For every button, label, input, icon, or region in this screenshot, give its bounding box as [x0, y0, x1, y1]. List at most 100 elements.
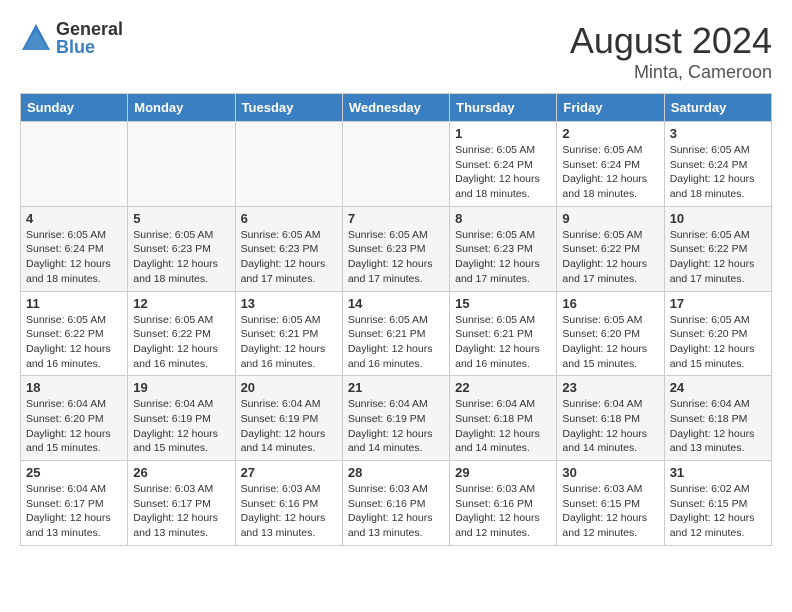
- day-number: 26: [133, 465, 229, 480]
- day-info: Sunrise: 6:05 AM Sunset: 6:23 PM Dayligh…: [241, 228, 337, 287]
- calendar-day-cell: 9 Sunrise: 6:05 AM Sunset: 6:22 PM Daylig…: [557, 206, 664, 291]
- day-number: 19: [133, 380, 229, 395]
- day-number: 11: [26, 296, 122, 311]
- weekday-header-wednesday: Wednesday: [342, 94, 449, 122]
- location-subtitle: Minta, Cameroon: [570, 62, 772, 83]
- day-info: Sunrise: 6:03 AM Sunset: 6:17 PM Dayligh…: [133, 482, 229, 541]
- day-number: 31: [670, 465, 766, 480]
- day-info: Sunrise: 6:05 AM Sunset: 6:22 PM Dayligh…: [562, 228, 658, 287]
- day-number: 9: [562, 211, 658, 226]
- logo-blue: Blue: [56, 38, 123, 56]
- calendar-day-cell: 29 Sunrise: 6:03 AM Sunset: 6:16 PM Dayli…: [450, 461, 557, 546]
- day-info: Sunrise: 6:02 AM Sunset: 6:15 PM Dayligh…: [670, 482, 766, 541]
- day-number: 5: [133, 211, 229, 226]
- calendar-day-cell: 22 Sunrise: 6:04 AM Sunset: 6:18 PM Dayli…: [450, 376, 557, 461]
- calendar-week-row: 4 Sunrise: 6:05 AM Sunset: 6:24 PM Daylig…: [21, 206, 772, 291]
- logo-icon: [20, 22, 52, 54]
- day-number: 29: [455, 465, 551, 480]
- calendar-day-cell: 25 Sunrise: 6:04 AM Sunset: 6:17 PM Dayli…: [21, 461, 128, 546]
- day-info: Sunrise: 6:05 AM Sunset: 6:22 PM Dayligh…: [133, 313, 229, 372]
- calendar-day-cell: 26 Sunrise: 6:03 AM Sunset: 6:17 PM Dayli…: [128, 461, 235, 546]
- day-info: Sunrise: 6:04 AM Sunset: 6:17 PM Dayligh…: [26, 482, 122, 541]
- month-year-title: August 2024: [570, 20, 772, 62]
- day-number: 14: [348, 296, 444, 311]
- day-number: 22: [455, 380, 551, 395]
- day-info: Sunrise: 6:03 AM Sunset: 6:16 PM Dayligh…: [241, 482, 337, 541]
- calendar-day-cell: 16 Sunrise: 6:05 AM Sunset: 6:20 PM Dayli…: [557, 291, 664, 376]
- calendar-day-cell: 18Sunrise: 6:04 AM Sunset: 6:20 PM Dayli…: [21, 376, 128, 461]
- weekday-header-row: SundayMondayTuesdayWednesdayThursdayFrid…: [21, 94, 772, 122]
- day-info: Sunrise: 6:05 AM Sunset: 6:24 PM Dayligh…: [562, 143, 658, 202]
- day-number: 27: [241, 465, 337, 480]
- calendar-day-cell: 2 Sunrise: 6:05 AM Sunset: 6:24 PM Daylig…: [557, 122, 664, 207]
- day-number: 1: [455, 126, 551, 141]
- day-info: Sunrise: 6:04 AM Sunset: 6:18 PM Dayligh…: [455, 397, 551, 456]
- day-number: 24: [670, 380, 766, 395]
- day-info: Sunrise: 6:05 AM Sunset: 6:21 PM Dayligh…: [241, 313, 337, 372]
- day-info: Sunrise: 6:04 AM Sunset: 6:19 PM Dayligh…: [133, 397, 229, 456]
- calendar-day-cell: 19 Sunrise: 6:04 AM Sunset: 6:19 PM Dayli…: [128, 376, 235, 461]
- weekday-header-tuesday: Tuesday: [235, 94, 342, 122]
- day-number: 8: [455, 211, 551, 226]
- calendar-table: SundayMondayTuesdayWednesdayThursdayFrid…: [20, 93, 772, 546]
- calendar-day-cell: 31 Sunrise: 6:02 AM Sunset: 6:15 PM Dayli…: [664, 461, 771, 546]
- day-number: 30: [562, 465, 658, 480]
- day-number: 28: [348, 465, 444, 480]
- day-info: Sunrise: 6:05 AM Sunset: 6:24 PM Dayligh…: [670, 143, 766, 202]
- day-info: Sunrise: 6:05 AM Sunset: 6:22 PM Dayligh…: [26, 313, 122, 372]
- logo-general: General: [56, 20, 123, 38]
- calendar-day-cell: 23Sunrise: 6:04 AM Sunset: 6:18 PM Dayli…: [557, 376, 664, 461]
- day-info: Sunrise: 6:05 AM Sunset: 6:22 PM Dayligh…: [670, 228, 766, 287]
- title-block: August 2024 Minta, Cameroon: [570, 20, 772, 83]
- day-info: Sunrise: 6:03 AM Sunset: 6:16 PM Dayligh…: [455, 482, 551, 541]
- day-number: 6: [241, 211, 337, 226]
- day-number: 10: [670, 211, 766, 226]
- logo-text: General Blue: [56, 20, 123, 56]
- calendar-week-row: 11 Sunrise: 6:05 AM Sunset: 6:22 PM Dayli…: [21, 291, 772, 376]
- calendar-day-cell: 14Sunrise: 6:05 AM Sunset: 6:21 PM Dayli…: [342, 291, 449, 376]
- day-number: 4: [26, 211, 122, 226]
- calendar-week-row: 25 Sunrise: 6:04 AM Sunset: 6:17 PM Dayli…: [21, 461, 772, 546]
- calendar-day-cell: 11 Sunrise: 6:05 AM Sunset: 6:22 PM Dayli…: [21, 291, 128, 376]
- calendar-day-cell: 30 Sunrise: 6:03 AM Sunset: 6:15 PM Dayli…: [557, 461, 664, 546]
- calendar-day-cell: 6 Sunrise: 6:05 AM Sunset: 6:23 PM Daylig…: [235, 206, 342, 291]
- calendar-day-cell: 3 Sunrise: 6:05 AM Sunset: 6:24 PM Daylig…: [664, 122, 771, 207]
- weekday-header-thursday: Thursday: [450, 94, 557, 122]
- day-number: 23: [562, 380, 658, 395]
- day-number: 25: [26, 465, 122, 480]
- logo: General Blue: [20, 20, 123, 56]
- day-number: 3: [670, 126, 766, 141]
- day-number: 15: [455, 296, 551, 311]
- calendar-day-cell: 15Sunrise: 6:05 AM Sunset: 6:21 PM Dayli…: [450, 291, 557, 376]
- day-number: 2: [562, 126, 658, 141]
- calendar-day-cell: [21, 122, 128, 207]
- day-number: 16: [562, 296, 658, 311]
- calendar-week-row: 1 Sunrise: 6:05 AM Sunset: 6:24 PM Daylig…: [21, 122, 772, 207]
- day-number: 13: [241, 296, 337, 311]
- calendar-day-cell: 8Sunrise: 6:05 AM Sunset: 6:23 PM Daylig…: [450, 206, 557, 291]
- day-info: Sunrise: 6:04 AM Sunset: 6:18 PM Dayligh…: [670, 397, 766, 456]
- page-header: General Blue August 2024 Minta, Cameroon: [20, 20, 772, 83]
- weekday-header-friday: Friday: [557, 94, 664, 122]
- day-info: Sunrise: 6:05 AM Sunset: 6:23 PM Dayligh…: [133, 228, 229, 287]
- day-info: Sunrise: 6:03 AM Sunset: 6:15 PM Dayligh…: [562, 482, 658, 541]
- calendar-day-cell: 21Sunrise: 6:04 AM Sunset: 6:19 PM Dayli…: [342, 376, 449, 461]
- calendar-day-cell: 17 Sunrise: 6:05 AM Sunset: 6:20 PM Dayli…: [664, 291, 771, 376]
- day-info: Sunrise: 6:05 AM Sunset: 6:20 PM Dayligh…: [562, 313, 658, 372]
- calendar-day-cell: [128, 122, 235, 207]
- day-info: Sunrise: 6:04 AM Sunset: 6:19 PM Dayligh…: [348, 397, 444, 456]
- calendar-day-cell: 10 Sunrise: 6:05 AM Sunset: 6:22 PM Dayli…: [664, 206, 771, 291]
- weekday-header-saturday: Saturday: [664, 94, 771, 122]
- day-info: Sunrise: 6:03 AM Sunset: 6:16 PM Dayligh…: [348, 482, 444, 541]
- calendar-day-cell: 7Sunrise: 6:05 AM Sunset: 6:23 PM Daylig…: [342, 206, 449, 291]
- calendar-day-cell: 4 Sunrise: 6:05 AM Sunset: 6:24 PM Daylig…: [21, 206, 128, 291]
- day-info: Sunrise: 6:05 AM Sunset: 6:24 PM Dayligh…: [26, 228, 122, 287]
- day-number: 7: [348, 211, 444, 226]
- calendar-day-cell: 5 Sunrise: 6:05 AM Sunset: 6:23 PM Daylig…: [128, 206, 235, 291]
- day-number: 12: [133, 296, 229, 311]
- day-info: Sunrise: 6:04 AM Sunset: 6:19 PM Dayligh…: [241, 397, 337, 456]
- day-number: 17: [670, 296, 766, 311]
- day-info: Sunrise: 6:05 AM Sunset: 6:20 PM Dayligh…: [670, 313, 766, 372]
- calendar-day-cell: 13 Sunrise: 6:05 AM Sunset: 6:21 PM Dayli…: [235, 291, 342, 376]
- calendar-day-cell: [235, 122, 342, 207]
